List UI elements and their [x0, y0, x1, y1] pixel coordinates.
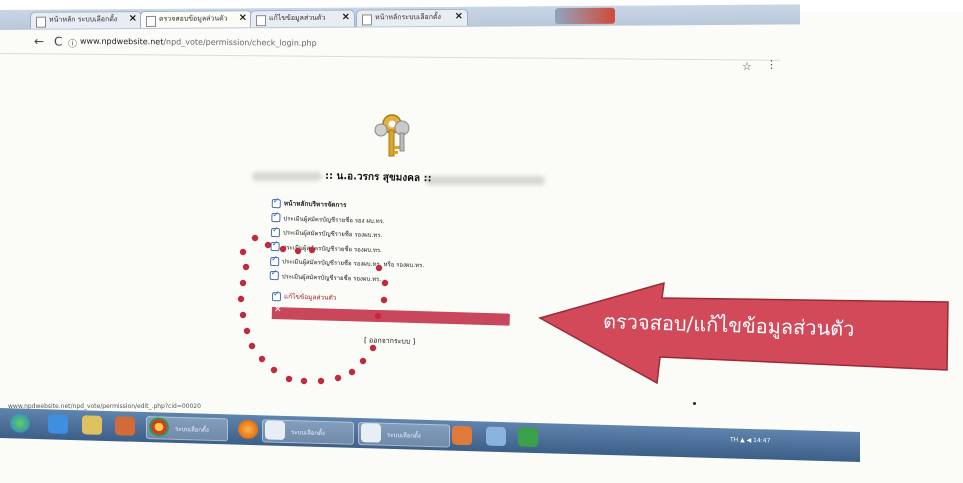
folder-icon[interactable]	[82, 415, 102, 435]
media-player-icon[interactable]	[115, 416, 135, 436]
taskbar-window-label: ระบบเลือกตั้ง	[175, 425, 209, 434]
speck	[693, 402, 696, 405]
firefox-icon[interactable]	[238, 419, 258, 440]
document-icon	[265, 420, 285, 440]
excel-icon[interactable]	[518, 427, 538, 448]
system-tray: TH ▲ ◀ 14:47	[730, 436, 771, 445]
chrome-icon	[149, 417, 169, 437]
arrow-annotation	[538, 281, 949, 385]
paint-icon[interactable]	[486, 426, 506, 447]
taskbar-window-label: ระบบเลือกตั้ง	[291, 429, 325, 438]
taskbar-window-doc[interactable]: ระบบเลือกตั้ง	[262, 419, 354, 445]
ie-icon[interactable]	[48, 414, 68, 434]
taskbar-window-doc-2[interactable]: ระบบเลือกตั้ง	[358, 421, 450, 448]
powerpoint-icon[interactable]	[452, 425, 472, 446]
taskbar-window-label: ระบบเลือกตั้ง	[387, 431, 421, 440]
photographed-screen: หน้าหลัก ระบบเลือกตั้ง × ตรวจสอบข้อมูลส่…	[0, 0, 963, 483]
start-button-icon[interactable]	[10, 413, 30, 433]
document-icon	[361, 423, 381, 443]
taskbar-window-chrome[interactable]: ระบบเลือกตั้ง	[146, 416, 228, 442]
